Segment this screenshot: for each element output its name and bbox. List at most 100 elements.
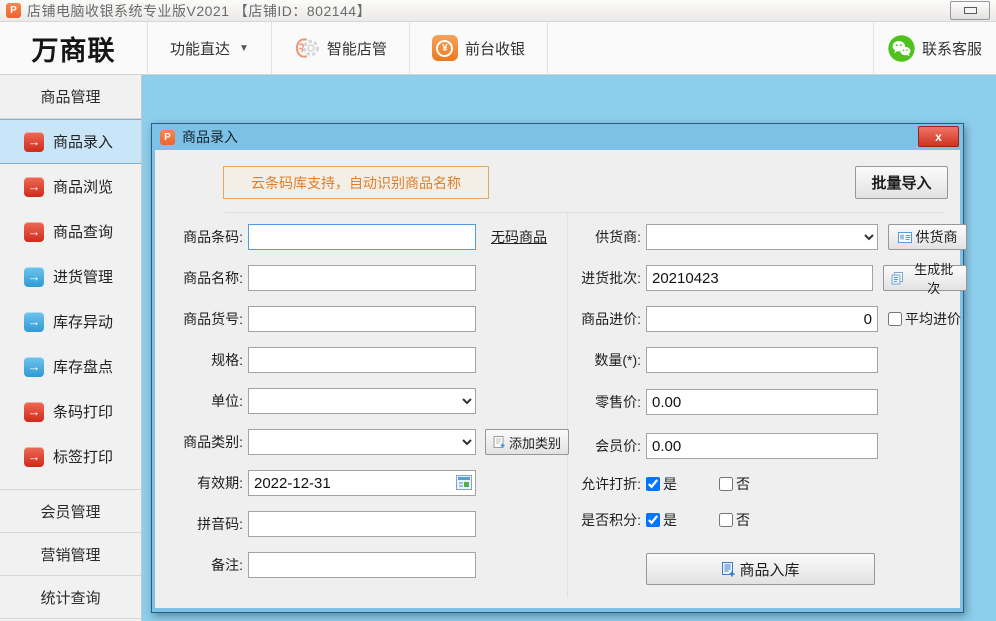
spec-input[interactable] (248, 347, 476, 373)
red-arrow-icon: → (24, 402, 44, 422)
add-category-label: 添加类别 (509, 433, 561, 452)
cost-label: 商品进价: (559, 309, 641, 329)
sidebar-item-label-print[interactable]: → 标签打印 (0, 434, 141, 479)
points-yes-checkbox[interactable] (646, 513, 660, 527)
discount-no-group: 否 (719, 474, 750, 494)
stock-in-button[interactable]: 商品入库 (646, 553, 875, 585)
dialog-body: 云条码库支持，自动识别商品名称 批量导入 商品条码: 无码商品 商品名称: (155, 150, 960, 608)
sidebar-item-barcode-print[interactable]: → 条码打印 (0, 389, 141, 434)
points-no-checkbox[interactable] (719, 513, 733, 527)
yes-label: 是 (663, 474, 677, 494)
cashier-icon: ¥ (432, 35, 458, 61)
yes-label: 是 (663, 510, 677, 530)
add-category-button[interactable]: 添加类别 (485, 429, 569, 455)
product-entry-dialog: P 商品录入 x 云条码库支持，自动识别商品名称 批量导入 商品条码: 无码商品 (151, 123, 964, 613)
supplier-select[interactable] (646, 224, 878, 250)
no-barcode-link[interactable]: 无码商品 (491, 227, 547, 247)
sidebar-item-label: 库存盘点 (53, 356, 113, 377)
section-label: 营销管理 (40, 544, 100, 565)
cloud-barcode-banner: 云条码库支持，自动识别商品名称 (223, 166, 489, 199)
chevron-down-icon: ▼ (239, 43, 249, 54)
minimize-button[interactable] (950, 1, 990, 20)
barcode-label: 商品条码: (167, 227, 243, 247)
sidebar-section-goods-management[interactable]: 商品管理 (0, 75, 141, 119)
sidebar-item-stock-changes[interactable]: → 库存异动 (0, 299, 141, 344)
close-button[interactable]: x (918, 126, 959, 147)
sidebar-item-product-query[interactable]: → 商品查询 (0, 209, 141, 254)
supplier-button[interactable]: 供货商 (888, 224, 967, 250)
toolbar: 万商联 功能直达 ▼ 智能店管 ¥ 前台收银 (0, 22, 996, 75)
batch-input[interactable] (646, 265, 873, 291)
window-title: 店铺电脑收银系统专业版V2021 【店铺ID：802144】 (27, 1, 371, 21)
stock-in-label: 商品入库 (739, 559, 799, 580)
blue-arrow-icon: → (24, 357, 44, 377)
contact-support-button[interactable]: 联系客服 (873, 22, 996, 74)
sidebar-item-label: 商品查询 (53, 221, 113, 242)
barcode-input[interactable] (248, 224, 476, 250)
batch-label: 进货批次: (559, 268, 641, 288)
remark-label: 备注: (167, 555, 243, 575)
supplier-button-label: 供货商 (916, 227, 958, 247)
brand-logo: 万商联 (0, 22, 148, 74)
product-name-input[interactable] (248, 265, 476, 291)
unit-select[interactable] (248, 388, 476, 414)
calendar-icon[interactable] (456, 475, 472, 490)
generate-batch-button[interactable]: 生成批次 (883, 265, 967, 291)
red-arrow-icon: → (24, 132, 44, 152)
sidebar-item-product-entry[interactable]: → 商品录入 (0, 119, 141, 164)
expiry-date-input[interactable] (248, 470, 476, 496)
sidebar-item-label: 商品录入 (53, 131, 113, 152)
divider (225, 212, 944, 213)
spec-label: 规格: (167, 350, 243, 370)
retail-price-label: 零售价: (559, 392, 641, 412)
quick-access-label: 功能直达 (170, 38, 230, 59)
brain-gear-icon (294, 35, 320, 61)
member-price-input[interactable] (646, 433, 878, 459)
dialog-titlebar[interactable]: P 商品录入 x (155, 124, 960, 150)
sku-label: 商品货号: (167, 309, 243, 329)
page-plus-icon (493, 436, 505, 449)
product-name-label: 商品名称: (167, 268, 243, 288)
blue-arrow-icon: → (24, 312, 44, 332)
sidebar-item-purchase-management[interactable]: → 进货管理 (0, 254, 141, 299)
quick-access-menu[interactable]: 功能直达 ▼ (148, 22, 272, 74)
cost-input[interactable] (646, 306, 878, 332)
sidebar-item-product-browse[interactable]: → 商品浏览 (0, 164, 141, 209)
discount-no-checkbox[interactable] (719, 477, 733, 491)
sidebar-section-marketing-management[interactable]: 营销管理 (0, 532, 141, 576)
supplier-label: 供货商: (559, 227, 641, 247)
close-icon: x (935, 130, 942, 144)
quantity-input[interactable] (646, 347, 878, 373)
sidebar-item-label: 商品浏览 (53, 176, 113, 197)
average-cost-checkbox[interactable] (888, 312, 902, 326)
front-cashier-label: 前台收银 (465, 38, 525, 59)
no-label: 否 (736, 474, 750, 494)
discount-yes-checkbox[interactable] (646, 477, 660, 491)
batch-import-button[interactable]: 批量导入 (855, 166, 948, 199)
no-label: 否 (736, 510, 750, 530)
sidebar: 商品管理 → 商品录入 → 商品浏览 → 商品查询 → 进货管理 → 库存异动 (0, 75, 142, 621)
points-no-group: 否 (719, 510, 750, 530)
discount-yes-group: 是 (646, 474, 677, 494)
sidebar-item-label: 进货管理 (53, 266, 113, 287)
contact-support-label: 联系客服 (922, 38, 982, 59)
red-arrow-icon: → (24, 177, 44, 197)
allow-discount-label: 允许打折: (559, 474, 641, 494)
retail-price-input[interactable] (646, 389, 878, 415)
generate-batch-label: 生成批次 (908, 259, 959, 297)
section-label: 商品管理 (40, 86, 100, 107)
category-select[interactable] (248, 429, 476, 455)
smart-store-button[interactable]: 智能店管 (272, 22, 410, 74)
section-label: 统计查询 (40, 587, 100, 608)
front-cashier-button[interactable]: ¥ 前台收银 (410, 22, 548, 74)
pinyin-input[interactable] (248, 511, 476, 537)
sidebar-item-stocktaking[interactable]: → 库存盘点 (0, 344, 141, 389)
form-right-column: 供货商: 供货商 (559, 224, 967, 597)
remark-input[interactable] (248, 552, 476, 578)
sidebar-item-label: 库存异动 (53, 311, 113, 332)
blue-arrow-icon: → (24, 267, 44, 287)
sidebar-section-statistics-query[interactable]: 统计查询 (0, 575, 141, 619)
section-label: 会员管理 (40, 501, 100, 522)
sku-input[interactable] (248, 306, 476, 332)
sidebar-section-member-management[interactable]: 会员管理 (0, 489, 141, 533)
